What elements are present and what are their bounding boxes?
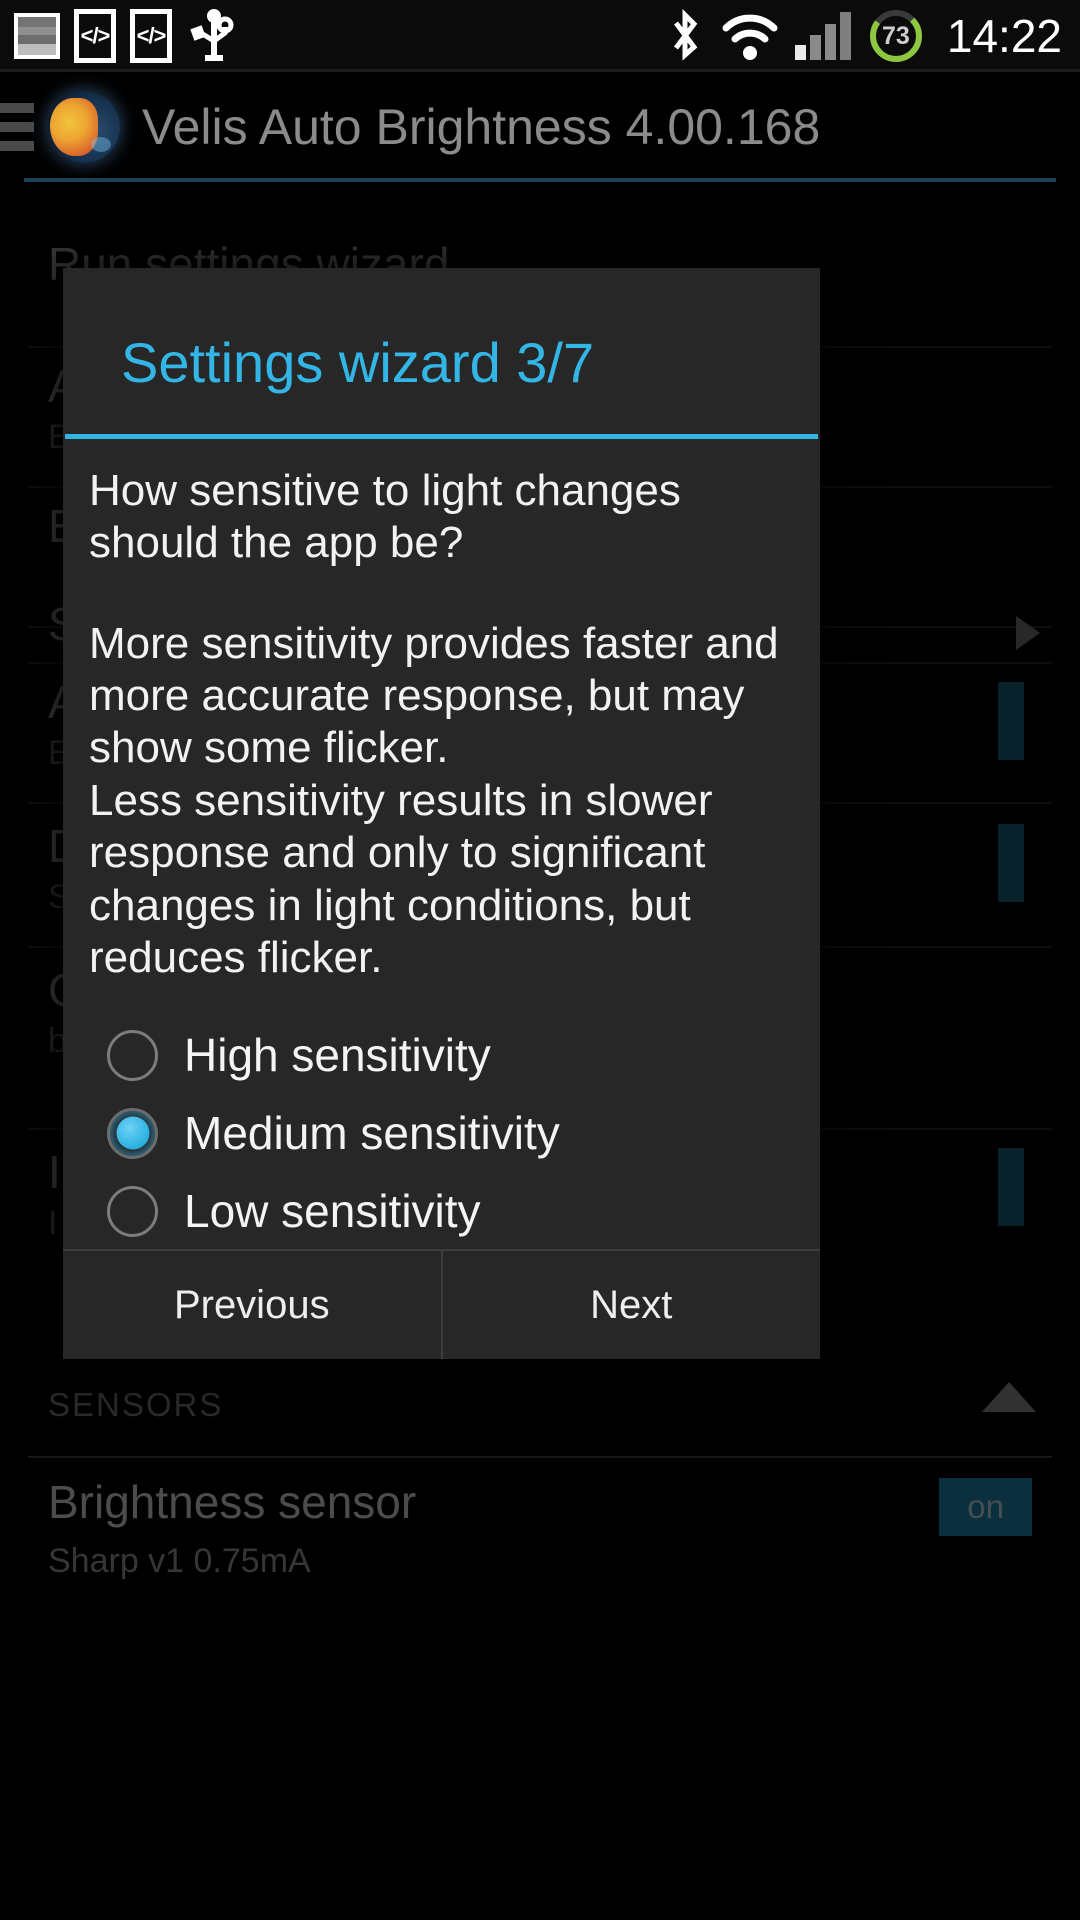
radio-option-label: Medium sensitivity [184,1107,560,1160]
battery-icon: 73 [868,8,924,64]
screenshot-icon [14,13,60,59]
wifi-icon [722,12,778,60]
velis-globe-icon [48,91,120,163]
status-bar: </> </> 73 14:22 [0,0,1080,72]
bluetooth-icon [665,8,705,63]
radio-icon-selected[interactable] [107,1107,158,1159]
status-bar-left-icons: </> </> [14,9,234,63]
sensitivity-radio-group: High sensitivity Medium sensitivity Low … [63,984,820,1250]
radio-icon[interactable] [107,1029,158,1081]
previous-button[interactable]: Previous [63,1251,441,1359]
radio-option-low-sensitivity[interactable]: Low sensitivity [107,1172,820,1250]
status-bar-right-icons: 73 14:22 [665,8,1062,64]
action-bar: Velis Auto Brightness 4.00.168 [0,72,1080,182]
radio-option-medium-sensitivity[interactable]: Medium sensitivity [107,1094,820,1172]
usb-icon [186,9,234,63]
android-screen: </> </> 73 14:22 Velis Auto Brightness 4… [0,0,1080,1920]
dialog-paragraph-2: More sensitivity provides faster and mor… [89,618,779,773]
usb-debug-icon-2: </> [130,9,172,63]
next-button[interactable]: Next [440,1251,821,1359]
radio-option-high-sensitivity[interactable]: High sensitivity [107,1016,820,1094]
radio-option-label: Low sensitivity [184,1185,481,1238]
clock-label: 14:22 [946,10,1062,62]
dialog-body: How sensitive to light changes should th… [63,439,820,984]
signal-icon [794,12,851,60]
hamburger-menu-icon[interactable] [0,103,34,151]
usb-debug-icon: </> [74,9,116,63]
radio-option-label: High sensitivity [184,1029,491,1082]
settings-wizard-dialog: Settings wizard 3/7 How sensitive to lig… [63,268,820,1359]
dialog-paragraph-1: How sensitive to light changes should th… [89,466,681,568]
dialog-button-bar: Previous Next [63,1249,820,1359]
battery-level-label: 73 [881,21,910,50]
dialog-title: Settings wizard 3/7 [121,331,595,394]
dialog-paragraph-3: Less sensitivity results in slower respo… [89,775,713,982]
page-title: Velis Auto Brightness 4.00.168 [142,99,821,155]
radio-icon[interactable] [107,1185,158,1237]
